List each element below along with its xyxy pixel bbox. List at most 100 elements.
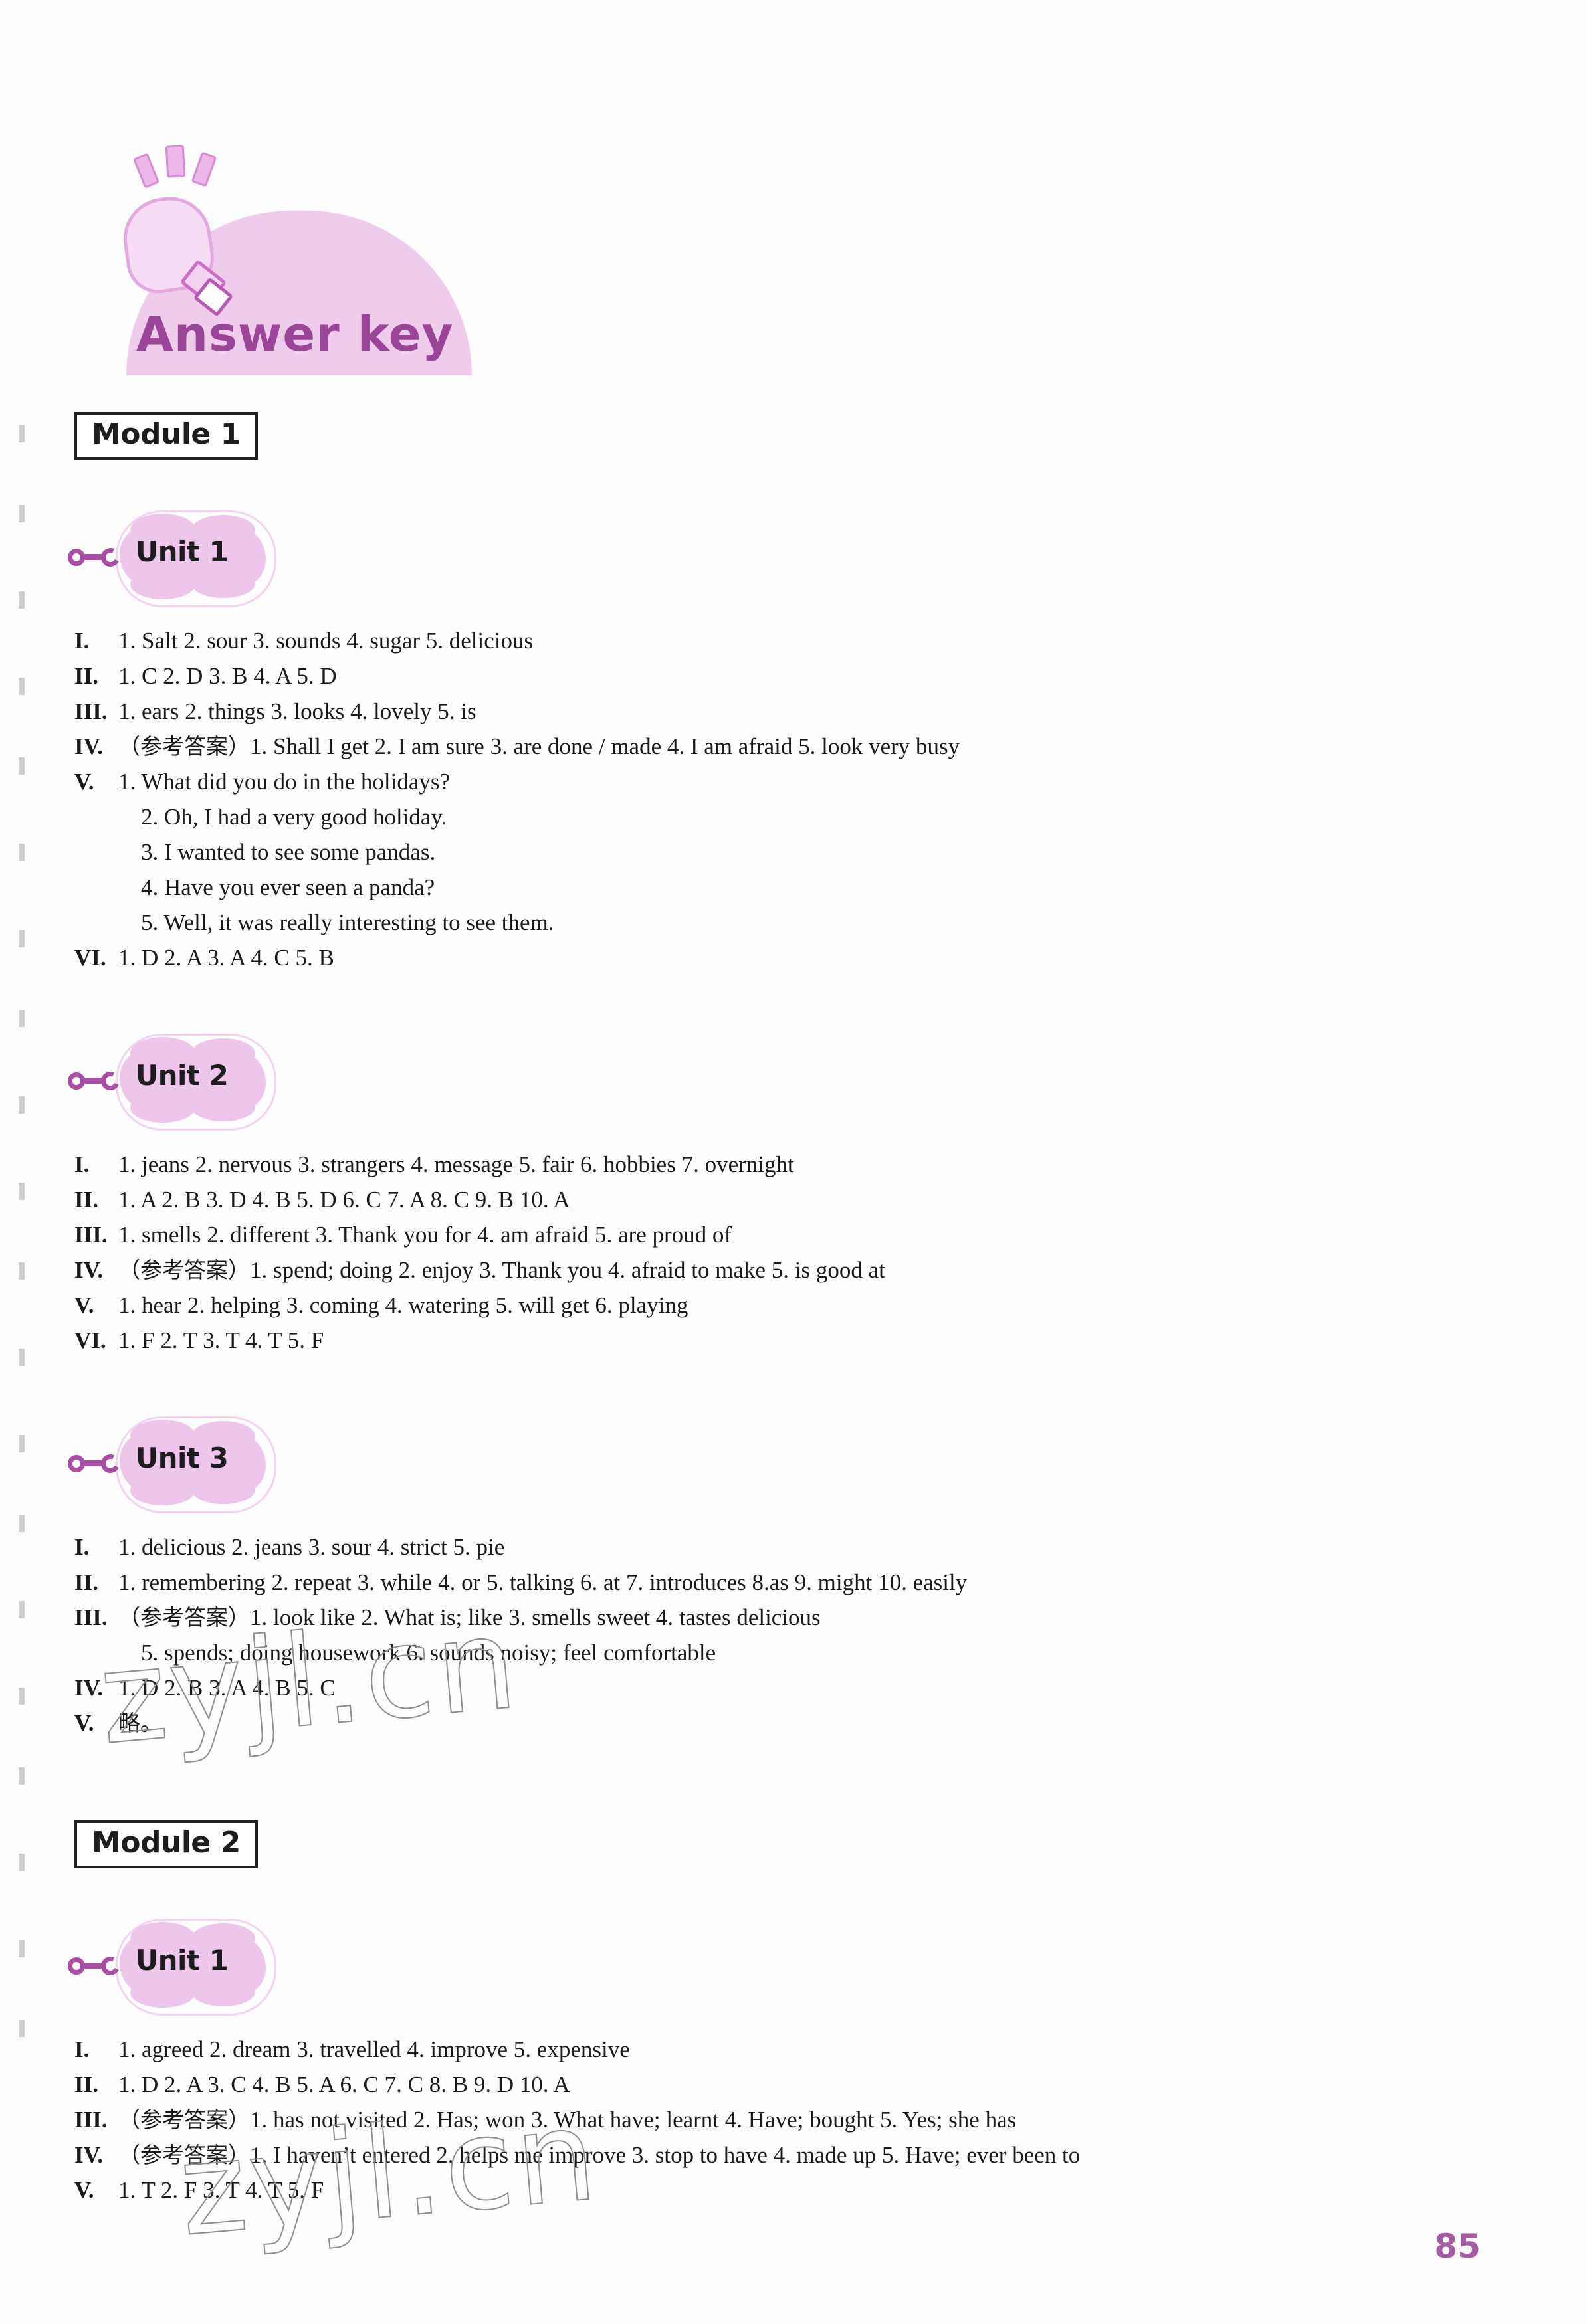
answer-line-number: I. xyxy=(74,1534,90,1560)
answer-line-number: I. xyxy=(74,1151,90,1177)
unit-tag-blob xyxy=(130,1475,195,1505)
unit-tag-blob xyxy=(191,569,255,598)
binding-marks xyxy=(19,425,28,2126)
answer-line: IV. （参考答案）1. spend; doing 2. enjoy 3. Tha… xyxy=(74,1252,1404,1288)
answer-line-text: （参考答案）1. has not visited 2. Has; won 3. … xyxy=(118,2107,1017,2133)
module-heading-box: Module 2 xyxy=(74,1820,258,1869)
answer-line-number: II. xyxy=(74,663,98,689)
page-number: 85 xyxy=(1434,2227,1481,2266)
binding-mark xyxy=(19,1183,25,1200)
page-canvas: Answer key Module 1 Unit 1 I. 1. Salt 2. so… xyxy=(0,0,1587,2324)
answer-line: II. 1. D 2. A 3. C 4. B 5. A 6. C 7. C 8.… xyxy=(74,2067,1404,2102)
answer-line-text: 1. C 2. D 3. B 4. A 5. D xyxy=(118,663,337,689)
answer-line-number: IV. xyxy=(74,1675,104,1701)
answer-line-number: III. xyxy=(74,698,108,724)
answer-line: III. 1. ears 2. things 3. looks 4. lovely… xyxy=(74,694,1404,729)
answer-line: I. 1. agreed 2. dream 3. travelled 4. imp… xyxy=(74,2032,1404,2067)
chain-link-icon xyxy=(68,1069,122,1093)
answer-line-text: （参考答案）1. I haven’t entered 2. helps me i… xyxy=(118,2142,1081,2168)
answer-line-number: VI. xyxy=(74,1327,106,1353)
answer-block: I. 1. Salt 2. sour 3. sounds 4. sugar 5. … xyxy=(74,623,1404,975)
answer-line-text: 1. agreed 2. dream 3. travelled 4. impro… xyxy=(118,2036,630,2062)
binding-mark xyxy=(19,930,25,947)
unit-label: Unit 1 xyxy=(136,1944,229,1977)
answer-line-number: VI. xyxy=(74,945,106,971)
answer-line: I. 1. delicious 2. jeans 3. sour 4. stric… xyxy=(74,1529,1404,1565)
answer-line-text: 1. smells 2. different 3. Thank you for … xyxy=(118,1222,732,1248)
answer-line-text: 1. D 2. A 3. A 4. C 5. B xyxy=(118,945,334,971)
answer-block: I. 1. agreed 2. dream 3. travelled 4. imp… xyxy=(74,2032,1404,2208)
answer-line-text: 1. F 2. T 3. T 4. T 5. F xyxy=(118,1327,324,1353)
binding-mark xyxy=(19,1096,25,1114)
answer-line-text: （参考答案）1. look like 2. What is; like 3. s… xyxy=(118,1604,821,1630)
binding-mark xyxy=(19,2020,25,2037)
answer-line: IV. 1. D 2. B 3. A 4. B 5. C xyxy=(74,1670,1404,1705)
answer-line-number: II. xyxy=(74,1569,98,1595)
answer-block: I. 1. jeans 2. nervous 3. strangers 4. me… xyxy=(74,1147,1404,1358)
binding-mark xyxy=(19,1688,25,1705)
answer-line: 5. Well, it was really interesting to se… xyxy=(74,905,1404,940)
answer-line: III. （参考答案）1. has not visited 2. Has; won… xyxy=(74,2102,1404,2137)
binding-mark xyxy=(19,757,25,775)
answer-line-number: IV. xyxy=(74,1257,104,1283)
answer-line-number: III. xyxy=(74,1222,108,1248)
answer-key-header: Answer key xyxy=(100,136,512,375)
answer-line-text: 1. D 2. A 3. C 4. B 5. A 6. C 7. C 8. B … xyxy=(118,2072,570,2097)
unit-label: Unit 2 xyxy=(136,1059,229,1092)
answer-line-text: 1. T 2. F 3. T 4. T 5. F xyxy=(118,2177,324,2203)
answer-line-number: I. xyxy=(74,628,90,654)
answer-line: II. 1. A 2. B 3. D 4. B 5. D 6. C 7. A 8.… xyxy=(74,1182,1404,1217)
answer-line-number: V. xyxy=(74,769,94,795)
answer-line-text: （参考答案）1. Shall I get 2. I am sure 3. are… xyxy=(118,733,960,759)
binding-mark xyxy=(19,1262,25,1280)
unit-tag-blob xyxy=(130,1977,195,2008)
answer-line-text: 1. jeans 2. nervous 3. strangers 4. mess… xyxy=(118,1151,794,1177)
answer-line-text: （参考答案）1. spend; doing 2. enjoy 3. Thank … xyxy=(118,1257,885,1283)
answer-line-text: 1. remembering 2. repeat 3. while 4. or … xyxy=(118,1569,968,1595)
answer-line-text: 5. spends; doing housework 6. sounds noi… xyxy=(141,1640,716,1666)
binding-mark xyxy=(19,1854,25,1871)
answer-line-number: II. xyxy=(74,1187,98,1212)
lightbulb-ray-icon xyxy=(132,153,160,189)
answer-line: V. 略。 xyxy=(74,1705,1404,1741)
answer-line-number: II. xyxy=(74,2072,98,2097)
answer-line-number: IV. xyxy=(74,2142,104,2168)
binding-mark xyxy=(19,678,25,695)
answer-line: IV. （参考答案）1. I haven’t entered 2. helps m… xyxy=(74,2137,1404,2173)
answer-line: 3. I wanted to see some pandas. xyxy=(74,834,1404,870)
unit-tag-blob xyxy=(191,1977,255,2006)
answer-block: I. 1. delicious 2. jeans 3. sour 4. stric… xyxy=(74,1529,1404,1741)
answer-line-text: 1. D 2. B 3. A 4. B 5. C xyxy=(118,1675,336,1701)
unit-tag-blob xyxy=(130,1092,195,1123)
answer-line: V. 1. hear 2. helping 3. coming 4. wateri… xyxy=(74,1288,1404,1323)
unit-tag-blob xyxy=(191,1092,255,1121)
answer-line-text: 1. What did you do in the holidays? xyxy=(118,769,451,795)
answer-line: 5. spends; doing housework 6. sounds noi… xyxy=(74,1635,1404,1670)
chain-link-icon xyxy=(68,1452,122,1476)
unit-tag-blob xyxy=(191,1475,255,1504)
answer-line-text: 1. A 2. B 3. D 4. B 5. D 6. C 7. A 8. C … xyxy=(118,1187,570,1212)
answer-line: 4. Have you ever seen a panda? xyxy=(74,870,1404,905)
binding-mark xyxy=(19,1010,25,1027)
module-label: Module 2 xyxy=(92,1826,241,1860)
answer-line: VI. 1. F 2. T 3. T 4. T 5. F xyxy=(74,1323,1404,1358)
answer-line-number: V. xyxy=(74,2177,94,2203)
binding-mark xyxy=(19,1601,25,1618)
answer-line-text: 1. delicious 2. jeans 3. sour 4. strict … xyxy=(118,1534,505,1560)
answer-line: III. （参考答案）1. look like 2. What is; like … xyxy=(74,1600,1404,1635)
binding-mark xyxy=(19,505,25,522)
answer-line-number: I. xyxy=(74,2036,90,2062)
binding-mark xyxy=(19,1515,25,1532)
page-title: Answer key xyxy=(136,306,454,362)
binding-mark xyxy=(19,844,25,861)
binding-mark xyxy=(19,1349,25,1366)
answer-line: I. 1. Salt 2. sour 3. sounds 4. sugar 5. … xyxy=(74,623,1404,658)
answer-line-number: V. xyxy=(74,1710,94,1736)
answer-line-text: 略。 xyxy=(118,1710,162,1736)
answer-line: V. 1. T 2. F 3. T 4. T 5. F xyxy=(74,2173,1404,2208)
answer-line-number: V. xyxy=(74,1292,94,1318)
answer-line: VI. 1. D 2. A 3. A 4. C 5. B xyxy=(74,940,1404,975)
unit-label: Unit 1 xyxy=(136,535,229,568)
answer-line-text: 3. I wanted to see some pandas. xyxy=(141,839,436,865)
answer-line: III. 1. smells 2. different 3. Thank you … xyxy=(74,1217,1404,1252)
